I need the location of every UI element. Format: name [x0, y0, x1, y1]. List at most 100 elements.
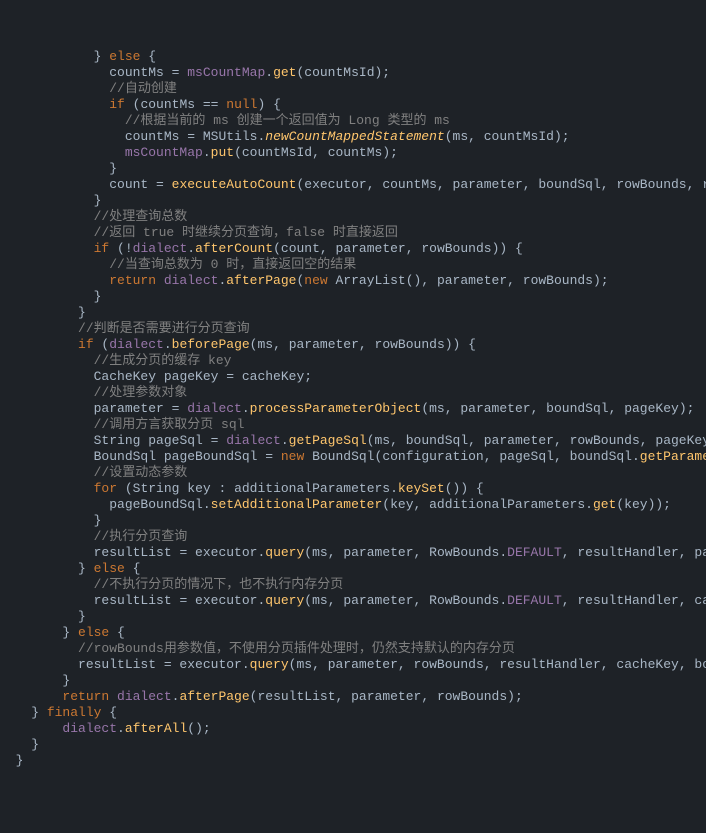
token-pn: , — [609, 401, 625, 416]
code-line[interactable]: parameter = dialect.processParameterObje… — [0, 401, 706, 417]
token-id: countMsId — [242, 145, 312, 160]
code-line[interactable]: return dialect.afterPage(new ArrayList()… — [0, 273, 706, 289]
code-line[interactable]: } — [0, 161, 706, 177]
code-line[interactable]: //调用方言获取分页 sql — [0, 417, 706, 433]
code-line[interactable]: } — [0, 289, 706, 305]
token-cmt: //执行分页查询 — [94, 529, 188, 544]
token-mth: get — [593, 497, 616, 512]
token-pn: { — [125, 561, 141, 576]
token-id: parameter — [328, 657, 398, 672]
token-mth: query — [250, 657, 289, 672]
token-id: rowBounds — [414, 657, 484, 672]
code-line[interactable]: } — [0, 673, 706, 689]
code-line[interactable]: if (!dialect.afterCount(count, parameter… — [0, 241, 706, 257]
token-pn: ( — [304, 593, 312, 608]
token-id: RowBounds. — [429, 593, 507, 608]
token-pn: } — [31, 705, 47, 720]
token-id: key — [624, 497, 647, 512]
code-line[interactable]: CacheKey pageKey = cacheKey; — [0, 369, 706, 385]
code-line[interactable]: if (countMs == null) { — [0, 97, 706, 113]
token-mth: setAdditionalParameter — [211, 497, 383, 512]
token-pn: . — [265, 65, 273, 80]
token-id: resultList — [257, 689, 335, 704]
token-cmt: //根据当前的 ms 创建一个返回值为 Long 类型的 ms — [125, 113, 450, 128]
code-line[interactable]: } — [0, 513, 706, 529]
code-line[interactable]: //判断是否需要进行分页查询 — [0, 321, 706, 337]
token-fld: dialect — [133, 241, 188, 256]
token-id: key — [390, 497, 413, 512]
code-line[interactable]: } else { — [0, 49, 706, 65]
token-id: parameter — [351, 689, 421, 704]
token-id: CacheKey pageKey = cacheKey; — [94, 369, 312, 384]
code-line[interactable]: } — [0, 193, 706, 209]
code-line[interactable]: return dialect.afterPage(resultList, par… — [0, 689, 706, 705]
token-id: pageSql — [499, 449, 554, 464]
token-pn: , — [414, 497, 430, 512]
code-line[interactable]: //不执行分页的情况下，也不执行内存分页 — [0, 577, 706, 593]
token-pn: , — [421, 689, 437, 704]
code-line[interactable]: } — [0, 305, 706, 321]
code-line[interactable]: //自动创建 — [0, 81, 706, 97]
code-line[interactable]: countMs = MSUtils.newCountMappedStatemen… — [0, 129, 706, 145]
code-line[interactable]: //当查询总数为 0 时，直接返回空的结果 — [0, 257, 706, 273]
token-cmt: //返回 true 时继续分页查询，false 时直接返回 — [94, 225, 398, 240]
code-line[interactable]: dialect.afterAll(); — [0, 721, 706, 737]
code-line[interactable]: pageBoundSql.setAdditionalParameter(key,… — [0, 497, 706, 513]
token-pn: , — [507, 273, 523, 288]
token-id: String key : additionalParameters. — [133, 481, 398, 496]
token-id: rowBounds — [523, 273, 593, 288]
token-id: rowBounds — [437, 689, 507, 704]
token-pn: } — [16, 753, 24, 768]
token-id: resultList = executor. — [94, 593, 266, 608]
token-id: ms — [296, 657, 312, 672]
token-pn: . — [164, 337, 172, 352]
token-id: parameter = — [94, 401, 188, 416]
token-kw: for — [94, 481, 125, 496]
code-line[interactable]: for (String key : additionalParameters.k… — [0, 481, 706, 497]
code-line[interactable]: //rowBounds用参数值，不使用分页插件处理时，仍然支持默认的内存分页 — [0, 641, 706, 657]
code-line[interactable]: //设置动态参数 — [0, 465, 706, 481]
token-id: BoundSql — [312, 449, 374, 464]
code-line[interactable]: resultList = executor.query(ms, paramete… — [0, 657, 706, 673]
token-id: countMs = MSUtils. — [125, 129, 265, 144]
token-cmt: //处理参数对象 — [94, 385, 188, 400]
token-pn: , — [601, 177, 617, 192]
token-id: boundSql — [546, 401, 608, 416]
code-line[interactable]: //返回 true 时继续分页查询，false 时直接返回 — [0, 225, 706, 241]
token-pn: ( — [616, 497, 624, 512]
token-pn: . — [281, 433, 289, 448]
token-fld: dialect — [187, 401, 242, 416]
code-editor[interactable]: } else { countMs = msCountMap.get(countM… — [0, 48, 706, 769]
token-id: count — [281, 241, 320, 256]
code-line[interactable]: //处理参数对象 — [0, 385, 706, 401]
code-line[interactable]: if (dialect.beforePage(ms, parameter, ro… — [0, 337, 706, 353]
code-line[interactable]: msCountMap.put(countMsId, countMs); — [0, 145, 706, 161]
code-line[interactable]: } finally { — [0, 705, 706, 721]
token-pn: , — [328, 593, 344, 608]
token-id: ms — [257, 337, 273, 352]
token-fld: msCountMap — [187, 65, 265, 80]
code-line[interactable]: //执行分页查询 — [0, 529, 706, 545]
code-line[interactable]: BoundSql pageBoundSql = new BoundSql(con… — [0, 449, 706, 465]
token-id: countMs — [328, 145, 383, 160]
code-line[interactable]: resultList = executor.query(ms, paramete… — [0, 593, 706, 609]
code-line[interactable]: //根据当前的 ms 创建一个返回值为 Long 类型的 ms — [0, 113, 706, 129]
token-stc: newCountMappedStatement — [265, 129, 444, 144]
token-pn: , — [531, 401, 547, 416]
code-line[interactable]: } — [0, 737, 706, 753]
code-line[interactable]: } else { — [0, 561, 706, 577]
code-line[interactable]: resultList = executor.query(ms, paramete… — [0, 545, 706, 561]
code-line[interactable]: } else { — [0, 625, 706, 641]
token-pn: ); — [593, 273, 609, 288]
code-line[interactable]: countMs = msCountMap.get(countMsId); — [0, 65, 706, 81]
code-line[interactable]: String pageSql = dialect.getPageSql(ms, … — [0, 433, 706, 449]
code-line[interactable]: count = executeAutoCount(executor, count… — [0, 177, 706, 193]
token-pn: , — [398, 657, 414, 672]
code-line[interactable]: } — [0, 753, 706, 769]
token-id: pageBoundSql. — [109, 497, 210, 512]
token-id: resultHandler — [577, 593, 678, 608]
code-line[interactable]: //处理查询总数 — [0, 209, 706, 225]
token-pn: , — [273, 337, 289, 352]
code-line[interactable]: //生成分页的缓存 key — [0, 353, 706, 369]
code-line[interactable]: } — [0, 609, 706, 625]
